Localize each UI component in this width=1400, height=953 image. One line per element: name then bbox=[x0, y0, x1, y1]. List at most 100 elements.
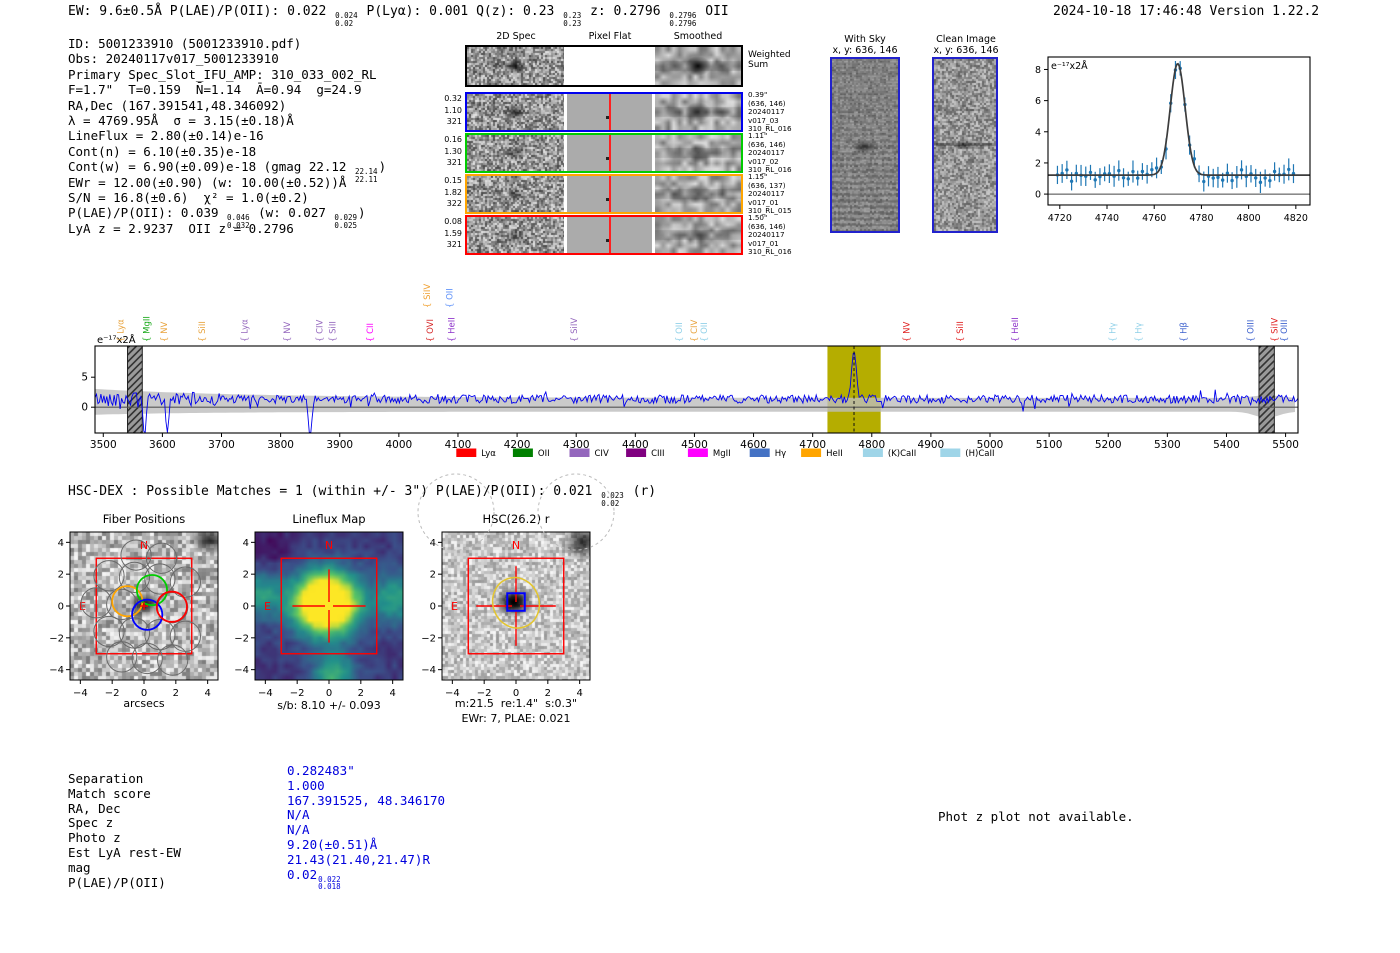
info-text: ID: 5001233910 (5001233910.pdf) bbox=[68, 36, 302, 51]
spec2d-col-header: Pixel Flat bbox=[588, 31, 632, 42]
match-value: N/A bbox=[287, 822, 310, 838]
weighted-sum-label: Weighted Sum bbox=[748, 50, 791, 70]
catalog-match-header: HSC-DEX : Possible Matches = 1 (within +… bbox=[68, 484, 656, 507]
spectrum-xtick: 5300 bbox=[1154, 439, 1181, 451]
compass-east: E bbox=[264, 600, 271, 613]
inset-ytick: 6 bbox=[1035, 96, 1041, 107]
match-value: 21.43(21.40,21.47)R bbox=[287, 851, 430, 867]
emission-line-label: { SiII bbox=[956, 321, 966, 342]
match-label: RA, Dec bbox=[68, 800, 121, 816]
fiber-positions-overlay: −4−4−2−2002244 NE bbox=[49, 531, 219, 699]
cutout-ytick: 0 bbox=[430, 602, 436, 613]
detection-info-block: ID: 5001233910 (5001233910.pdf) Obs: 2024… bbox=[68, 36, 386, 236]
cutout-xtick: −2 bbox=[290, 688, 305, 699]
spec2d-strip bbox=[467, 94, 564, 130]
match-label: mag bbox=[68, 859, 91, 875]
legend-label: MgII bbox=[713, 449, 731, 459]
cutout-xtick: −2 bbox=[105, 688, 120, 699]
hsc-caption-2: EWr: 7, PLAE: 0.021 bbox=[461, 712, 571, 725]
emission-line-label: { NV bbox=[283, 322, 293, 342]
info-line-4: RA,Dec (167.391541,48.346092) bbox=[68, 98, 386, 113]
emission-line-label: { OVI bbox=[426, 319, 436, 342]
cutout-xtick: 2 bbox=[358, 688, 364, 699]
compass-east: E bbox=[79, 600, 86, 613]
spectrum-ytick: 0 bbox=[81, 402, 88, 414]
info-line-0: ID: 5001233910 (5001233910.pdf) bbox=[68, 36, 386, 51]
emission-line-label: { NV bbox=[160, 322, 170, 342]
cutout-xtick: −4 bbox=[73, 688, 88, 699]
legend-swatch bbox=[687, 448, 708, 457]
match-label: P(LAE)/P(OII) bbox=[68, 874, 166, 890]
info-text: ) bbox=[358, 205, 366, 221]
info-text: LyA z = 2.9237 OII z = 0.2796 bbox=[68, 220, 294, 236]
hsc-cutout-overlay: −4−4−2−2002244 NE bbox=[417, 473, 615, 699]
match-table-values: 0.282483" 1.000 167.391525, 48.346170 N/A N/… bbox=[287, 763, 446, 892]
emission-line-label: { OII bbox=[675, 322, 685, 342]
info-hilo: 22.14 22.11 bbox=[355, 168, 378, 183]
match-value: N/A bbox=[287, 807, 310, 823]
compass-north: N bbox=[325, 539, 333, 552]
match-value: 167.391525, 48.346170 bbox=[287, 792, 446, 808]
cutout-xtick: 4 bbox=[576, 688, 582, 699]
spec2d-strip bbox=[467, 217, 564, 253]
legend-swatch bbox=[801, 448, 822, 457]
emission-line-label: { HeII bbox=[447, 317, 457, 342]
match-header-hilo: 0.023 0.02 bbox=[601, 492, 624, 507]
cutout-ytick: 2 bbox=[58, 570, 64, 581]
compass-north: N bbox=[512, 539, 520, 552]
cutout-ytick: −4 bbox=[234, 665, 249, 676]
legend-label: CIV bbox=[595, 449, 609, 459]
pixel-flat-strip bbox=[567, 47, 652, 85]
spec2d-strip bbox=[467, 47, 564, 85]
match-value: 0.02 0.022 0.018 bbox=[287, 866, 341, 892]
cutout-ytick: −4 bbox=[49, 665, 64, 676]
match-label: Match score bbox=[68, 785, 151, 801]
pixel-flat-strip bbox=[567, 94, 652, 130]
cutout-ytick: 0 bbox=[58, 602, 64, 613]
spectrum-xtick: 3500 bbox=[90, 439, 117, 451]
info-text: S/N = 16.8(±0.6) χ² = 1.0(±0.2) bbox=[68, 189, 309, 205]
legend-label: CIII bbox=[651, 449, 664, 459]
clean-image-title: Clean Image x, y: 636, 146 bbox=[933, 34, 999, 56]
inset-units-annotation: e⁻¹⁷x2Å bbox=[1051, 60, 1088, 72]
header-text: OII bbox=[697, 4, 729, 19]
lo: 0.2796 bbox=[669, 18, 697, 28]
spec2d-row-annotation: 1.50" (636, 146) 20240117 v017_01 310_RL_016 bbox=[748, 213, 792, 257]
info-text: F=1.7" T=0.159 N̄=1.14 Ā=0.94 g=24.9 bbox=[68, 82, 362, 98]
spec2d-row-left-labels: 0.15 1.82 322 bbox=[444, 176, 462, 208]
cutout-ytick: −2 bbox=[49, 633, 64, 644]
match-label: Photo z bbox=[68, 830, 121, 846]
info-text: ) bbox=[378, 159, 387, 175]
info-line-7: Cont(n) = 6.10(±0.35)e-18 bbox=[68, 144, 386, 159]
info-text: Cont(n) = 6.10(±0.35)e-18 bbox=[68, 143, 257, 159]
spectrum-xtick: 3700 bbox=[208, 439, 235, 451]
info-text: Primary Spec_Slot_IFU_AMP: 310_033_002_R… bbox=[68, 66, 377, 82]
legend-label: (K)CaII bbox=[888, 449, 916, 459]
cutout-ytick: −2 bbox=[234, 633, 249, 644]
info-text: λ = 4769.95Å σ = 3.15(±0.18)Å bbox=[68, 112, 294, 128]
lineflux-map-overlay: −4 −4 −2 −2 0 0 2 2 4 4 N E bbox=[234, 531, 404, 699]
cutout-xtick: −4 bbox=[258, 688, 273, 699]
inset-xtick: 4740 bbox=[1095, 213, 1119, 224]
header-text: EW: 9.6±0.5Å P(LAE)/P(OII): 0.022 bbox=[68, 4, 335, 19]
info-line-8: Cont(w) = 6.90(±0.09)e-18 (gmag 22.12 22… bbox=[68, 159, 387, 183]
cutout-ytick: 4 bbox=[243, 538, 249, 549]
spec2d-strip bbox=[467, 176, 564, 212]
legend-label: Hγ bbox=[775, 449, 786, 459]
spec2d-col-header: Smoothed bbox=[673, 31, 723, 42]
info-text: (w: 0.027 bbox=[250, 205, 334, 221]
inset-xtick: 4820 bbox=[1284, 213, 1308, 224]
info-text: Obs: 20240117v017_5001233910 bbox=[68, 51, 279, 67]
emission-line-label: { SiIV bbox=[423, 284, 433, 308]
match-value-hilo: 0.022 0.018 bbox=[318, 874, 341, 892]
fiber-xlabel: arcsecs bbox=[123, 697, 165, 710]
info-line-11: P(LAE)/P(OII): 0.039 0.046 0.032 (w: 0.02… bbox=[68, 205, 386, 229]
legend-swatch bbox=[862, 448, 883, 457]
lo: 0.02 bbox=[335, 18, 354, 28]
match-header-text: (r) bbox=[624, 484, 657, 499]
spec2d-col-header: 2D Spec bbox=[496, 31, 536, 42]
pixel-flat-strip bbox=[567, 217, 652, 253]
emission-line-label: { HeII bbox=[1011, 317, 1021, 342]
inset-xtick: 4720 bbox=[1048, 213, 1072, 224]
cutout-ytick: 2 bbox=[243, 570, 249, 581]
